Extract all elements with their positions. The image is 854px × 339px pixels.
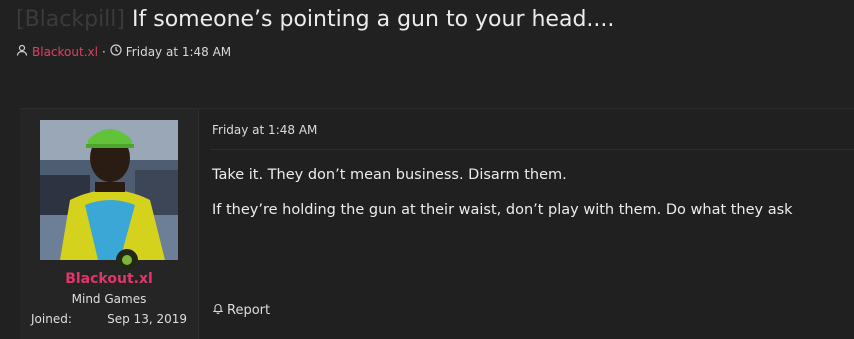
joined-row: Joined: Sep 13, 2019 (31, 312, 187, 326)
bell-icon (212, 302, 224, 318)
post-paragraph: If they’re holding the gun at their wais… (212, 202, 793, 218)
thread-header: [Blackpill] If someone’s pointing a gun … (16, 6, 844, 59)
thread-prefix[interactable]: [Blackpill] (16, 7, 125, 32)
post-body: Take it. They don’t mean business. Disar… (212, 165, 793, 235)
report-button[interactable]: Report (212, 302, 270, 318)
joined-label: Joined: (31, 312, 72, 326)
thread-title: [Blackpill] If someone’s pointing a gun … (16, 6, 844, 34)
thread-date-link[interactable]: Friday at 1:48 AM (126, 45, 231, 59)
post-message-column: Friday at 1:48 AM Take it. They don’t me… (210, 109, 854, 339)
thread-author-link[interactable]: Blackout.xl (32, 45, 98, 59)
post-username[interactable]: Blackout.xl (20, 271, 198, 287)
post-paragraph: Take it. They don’t mean business. Disar… (212, 167, 567, 183)
user-icon (16, 44, 28, 59)
meta-separator: · (101, 44, 106, 59)
thread-title-text: If someone’s pointing a gun to your head… (132, 7, 615, 32)
avatar[interactable] (40, 120, 178, 260)
post-user-column: Blackout.xl Mind Games Joined: Sep 13, 2… (20, 109, 199, 339)
thread-meta: Blackout.xl · Friday at 1:48 AM (16, 44, 844, 59)
online-status-icon (116, 249, 138, 271)
clock-icon (110, 44, 122, 59)
post-header-divider (210, 149, 854, 150)
post: Blackout.xl Mind Games Joined: Sep 13, 2… (20, 108, 854, 339)
post-user-title: Mind Games (71, 292, 147, 306)
report-label: Report (227, 302, 271, 318)
avatar-image (40, 120, 178, 260)
joined-value: Sep 13, 2019 (107, 312, 187, 326)
post-date-link[interactable]: Friday at 1:48 AM (212, 123, 317, 137)
